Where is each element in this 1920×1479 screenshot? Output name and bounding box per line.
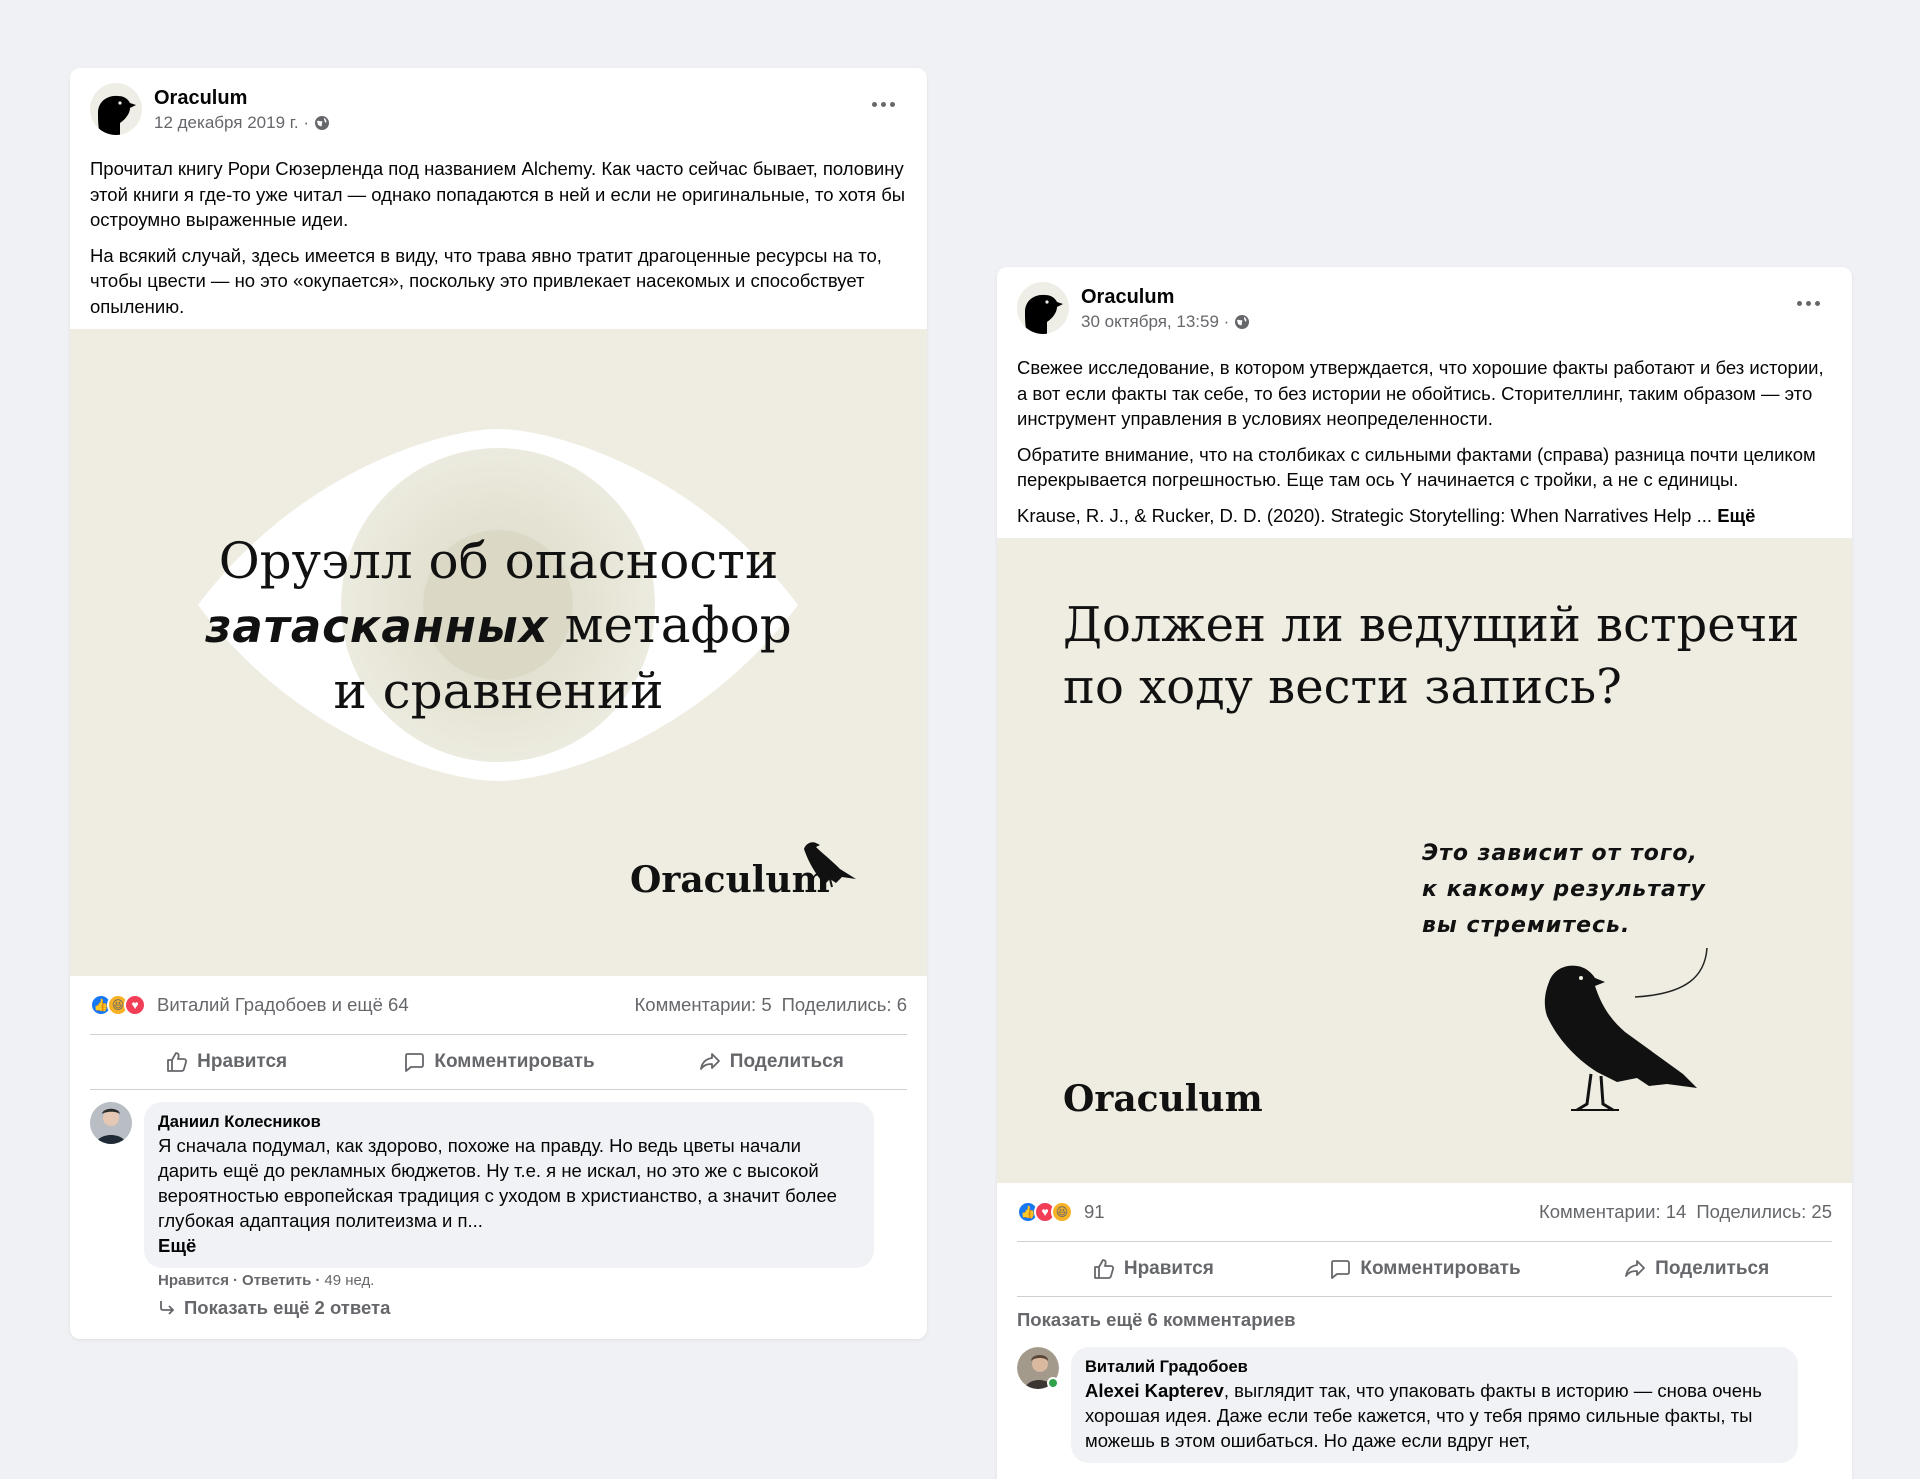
comment-label: Комментировать [434, 1051, 595, 1072]
person-avatar-icon [90, 1102, 132, 1144]
comment-icon [1331, 1260, 1351, 1279]
see-more-link[interactable]: Ещё [1717, 505, 1755, 526]
love-reaction-icon: ♥ [124, 994, 146, 1016]
post-date[interactable]: 30 октября, 13:59 · [1081, 312, 1229, 332]
post-paragraph: Обратите внимание, что на столбиках с си… [1017, 443, 1816, 491]
commenter-avatar[interactable] [1017, 1347, 1059, 1389]
show-replies-link[interactable]: Показать ещё 2 ответа [70, 1297, 927, 1319]
shares-count[interactable]: Поделились: 6 [782, 994, 907, 1016]
post-text: Прочитал книгу Рори Сюзерленда под назва… [70, 156, 927, 319]
comment-button[interactable]: Комментировать [1289, 1257, 1561, 1281]
page-avatar[interactable] [1017, 282, 1069, 334]
comment-text: Я сначала подумал, как здорово, похоже н… [158, 1133, 860, 1258]
page-avatar[interactable] [90, 83, 142, 135]
like-button[interactable]: Нравится [1017, 1257, 1289, 1281]
reply-arrow-icon [160, 1301, 175, 1315]
reactions-count[interactable]: 91 [1084, 1201, 1105, 1223]
shares-count[interactable]: Поделились: 25 [1696, 1201, 1832, 1223]
post-image[interactable]: Должен ли ведущий встречи по ходу вести … [997, 538, 1852, 1183]
share-button[interactable]: Поделиться [635, 1050, 907, 1074]
comment-bubble: Виталий Градобоев Alexei Kapterev, выгля… [1071, 1347, 1798, 1463]
share-label: Поделиться [729, 1051, 844, 1072]
headline-rest: метафор [548, 596, 792, 654]
share-button[interactable]: Поделиться [1560, 1257, 1832, 1281]
image-headline-line3: и сравнений [333, 662, 664, 720]
see-more-link[interactable]: Ещё [158, 1235, 196, 1256]
post-card: Oraculum 30 октября, 13:59 · Свежее иссл… [997, 267, 1852, 1479]
post-paragraph: Свежее исследование, в котором утверждае… [1017, 357, 1824, 429]
share-label: Поделиться [1655, 1258, 1770, 1279]
comment: Виталий Градобоев Alexei Kapterev, выгля… [997, 1347, 1852, 1463]
comment: Даниил Колесников Я сначала подумал, как… [70, 1102, 927, 1268]
like-label: Нравится [1123, 1258, 1214, 1279]
online-status-icon [1047, 1377, 1059, 1389]
reactions[interactable]: 👍 😆 ♥ [90, 994, 146, 1016]
like-button[interactable]: Нравится [90, 1050, 362, 1074]
post-text: Свежее исследование, в котором утверждае… [997, 355, 1852, 528]
comment-like-link[interactable]: Нравится [158, 1272, 229, 1289]
globe-icon [1235, 315, 1250, 329]
post-header: Oraculum 30 октября, 13:59 · [997, 267, 1852, 355]
post-paragraph: На всякий случай, здесь имеется в виду, … [90, 244, 882, 317]
comment-time[interactable]: 49 нед. [324, 1272, 374, 1289]
post-stats: 👍 ♥ 😆 91 Комментарии: 14 Поделились: 25 [997, 1183, 1852, 1241]
post-stats: 👍 😆 ♥ Виталий Градобоев и ещё 64 Коммент… [70, 976, 927, 1034]
haha-reaction-icon: 😆 [1051, 1201, 1073, 1223]
post-header: Oraculum 12 декабря 2019 г. · [70, 68, 927, 156]
commenter-name[interactable]: Виталий Градобоев [1085, 1356, 1784, 1378]
comments-count[interactable]: Комментарии: 5 [635, 994, 772, 1016]
thumbs-up-icon [1093, 1259, 1114, 1279]
post-author[interactable]: Oraculum [1081, 286, 1174, 309]
comment-icon [405, 1053, 425, 1072]
image-headline-line2: затасканных метафор [70, 593, 927, 659]
divider [90, 1089, 907, 1090]
comment-bubble: Даниил Колесников Я сначала подумал, как… [144, 1102, 874, 1268]
raven-logo-icon [98, 95, 136, 135]
post-paragraph: Прочитал книгу Рори Сюзерленда под назва… [90, 158, 906, 230]
like-label: Нравится [197, 1051, 288, 1072]
post-image[interactable]: Оруэлл об опасности затасканных метафор … [70, 329, 927, 976]
image-headline-line1: Оруэлл об опасности [218, 532, 779, 590]
post-card: Oraculum 12 декабря 2019 г. · Прочитал к… [70, 68, 927, 1339]
raven-icon [804, 842, 856, 888]
post-meta: 12 декабря 2019 г. · [154, 113, 330, 133]
headline-bold-word: затасканных [205, 600, 549, 653]
thumbs-up-icon [167, 1052, 188, 1072]
post-author[interactable]: Oraculum [154, 87, 247, 110]
post-actions: Нравится Комментировать Поделиться [1017, 1242, 1832, 1296]
comment-actions: Нравится · Ответить · 49 нед. [158, 1272, 375, 1289]
show-more-comments-link[interactable]: Показать ещё 6 комментариев [997, 1297, 1852, 1331]
comment-label: Комментировать [1360, 1258, 1521, 1279]
post-citation: Krause, R. J., & Rucker, D. D. (2020). S… [1017, 503, 1832, 529]
comments-count[interactable]: Комментарии: 14 [1539, 1201, 1686, 1223]
post-date[interactable]: 12 декабря 2019 г. · [154, 113, 309, 133]
image-brand: Oraculum [1063, 1078, 1263, 1120]
raven-logo-icon [1025, 294, 1063, 334]
share-icon [699, 1053, 720, 1070]
comment-body: Я сначала подумал, как здорово, похоже н… [158, 1135, 837, 1231]
more-options-icon[interactable] [869, 98, 897, 110]
share-icon [1625, 1260, 1646, 1277]
mention-link[interactable]: Alexei Kapterev [1085, 1380, 1224, 1401]
commenter-avatar[interactable] [90, 1102, 132, 1144]
citation-text: Krause, R. J., & Rucker, D. D. (2020). S… [1017, 504, 1713, 526]
globe-icon [314, 116, 329, 130]
comment-reply-link[interactable]: Ответить [242, 1272, 311, 1289]
show-replies-label: Показать ещё 2 ответа [184, 1297, 391, 1318]
commenter-name[interactable]: Даниил Колесников [158, 1111, 860, 1133]
post-actions: Нравится Комментировать Поделиться [90, 1035, 907, 1089]
post-meta: 30 октября, 13:59 · [1081, 312, 1250, 332]
reactions[interactable]: 👍 ♥ 😆 [1017, 1201, 1073, 1223]
comment-text: Alexei Kapterev, выглядит так, что упако… [1085, 1378, 1784, 1453]
reactions-summary[interactable]: Виталий Градобоев и ещё 64 [157, 994, 409, 1016]
comment-button[interactable]: Комментировать [362, 1050, 634, 1074]
more-options-icon[interactable] [1794, 297, 1822, 309]
